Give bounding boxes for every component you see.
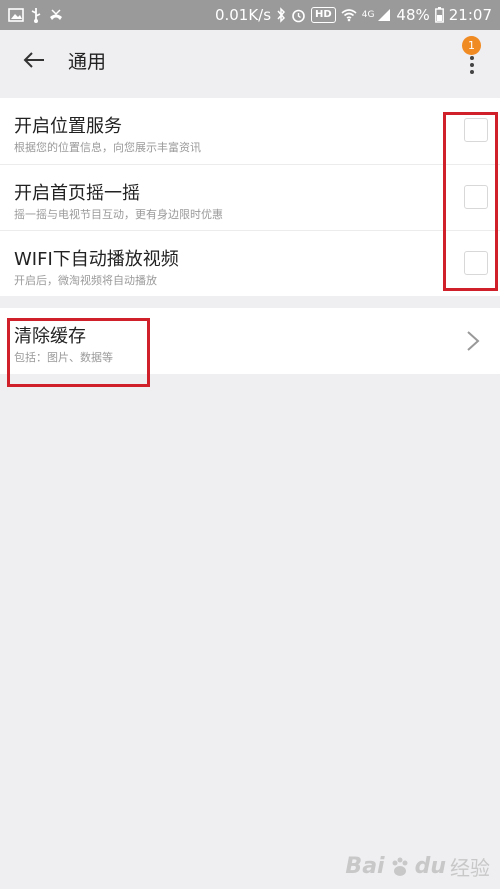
missed-call-icon <box>48 8 64 22</box>
baidu-watermark: Bai du 经验 <box>345 852 490 881</box>
watermark-brand-end: du <box>414 854 446 879</box>
settings-list: 开启位置服务 根据您的位置信息，向您展示丰富资讯 开启首页摇一摇 摇一摇与电视节… <box>0 98 500 296</box>
app-bar: 通用 1 <box>0 30 500 90</box>
more-menu-button[interactable]: 1 <box>458 36 486 80</box>
setting-subtitle: 摇一摇与电视节目互动，更有身边限时优惠 <box>14 208 223 221</box>
paw-icon <box>392 857 408 876</box>
watermark-sub: 经验 <box>450 856 490 880</box>
bluetooth-icon <box>276 7 286 23</box>
status-right: 0.01K/s HD 4G 48% 21:07 <box>215 0 492 30</box>
setting-title: 开启位置服务 <box>14 116 122 137</box>
battery-icon <box>434 7 444 23</box>
annotation-box-checkboxes <box>443 112 498 291</box>
alarm-icon <box>291 8 306 23</box>
back-button[interactable] <box>18 44 50 76</box>
usb-icon <box>30 7 42 23</box>
battery-percent: 48% <box>396 6 430 24</box>
watermark-brand: Bai <box>345 854 385 879</box>
status-left <box>8 0 64 30</box>
setting-shake[interactable]: 开启首页摇一摇 摇一摇与电视节目互动，更有身边限时优惠 <box>0 164 500 231</box>
chevron-right-icon <box>467 331 480 351</box>
wifi-icon <box>341 8 357 22</box>
page-title: 通用 <box>68 51 107 73</box>
hd-badge: HD <box>311 7 336 23</box>
annotation-box-clear-cache <box>7 318 150 387</box>
setting-subtitle: 开启后，微淘视频将自动播放 <box>14 274 157 287</box>
network-speed: 0.01K/s <box>214 6 272 24</box>
more-vertical-icon <box>470 56 474 74</box>
image-icon <box>8 8 24 22</box>
status-bar: 0.01K/s HD 4G 48% 21:07 <box>0 0 500 30</box>
signal-icon <box>377 8 391 22</box>
arrow-left-icon <box>23 52 44 68</box>
setting-title: 开启首页摇一摇 <box>14 183 140 204</box>
setting-subtitle: 根据您的位置信息，向您展示丰富资讯 <box>14 141 201 154</box>
setting-autoplay[interactable]: WIFI下自动播放视频 开启后，微淘视频将自动播放 <box>0 230 500 297</box>
setting-title: WIFI下自动播放视频 <box>14 249 179 270</box>
notification-badge: 1 <box>462 36 481 55</box>
network-type: 4G <box>361 10 375 20</box>
clock: 21:07 <box>448 6 492 24</box>
setting-location[interactable]: 开启位置服务 根据您的位置信息，向您展示丰富资讯 <box>0 98 500 164</box>
